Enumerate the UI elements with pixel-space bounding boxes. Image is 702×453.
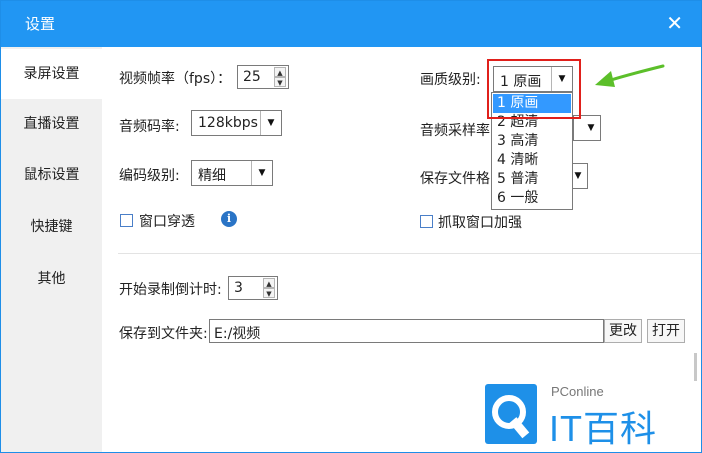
quality-option[interactable]: 5 普清 [493,170,571,189]
close-icon[interactable]: ✕ [666,11,683,35]
chevron-down-icon[interactable]: ▼ [251,161,272,185]
info-icon[interactable]: i [221,211,237,227]
change-folder-button[interactable]: 更改 [604,319,642,343]
sidebar-item-label: 其他 [37,271,66,287]
main-panel: 视频帧率（fps）： 25 ▲ ▼ 画质级别: 1 原画 ▼ 音频码率: 128… [102,47,701,452]
savepath-label: 保存到文件夹: [119,326,208,342]
quality-option[interactable]: 4 清晰 [493,151,571,170]
stepper-up-icon[interactable]: ▲ [263,278,275,288]
chevron-down-icon[interactable]: ▼ [582,116,600,140]
countdown-value: 3 [234,280,243,296]
fps-label: 视频帧率（fps）： [119,71,232,87]
encode-value: 精细 [198,168,226,184]
samplerate-label: 音频采样率 [420,123,490,139]
countdown-stepper[interactable]: 3 ▲ ▼ [228,276,278,300]
sidebar-item-live-settings[interactable]: 直播设置 [1,99,102,149]
sidebar-item-record-settings[interactable]: 录屏设置 [1,49,102,99]
open-folder-button[interactable]: 打开 [647,319,685,343]
sidebar-item-other[interactable]: 其他 [1,254,102,304]
sidebar-item-label: 录屏设置 [23,66,80,82]
fps-value: 25 [243,69,261,85]
settings-window: 设置 ✕ 录屏设置 直播设置 鼠标设置 快捷键 其他 视频帧率（fps）： 25… [0,0,702,453]
savepath-value: E:/视频 [214,326,261,342]
divider [118,253,701,254]
savepath-input[interactable]: E:/视频 [209,319,604,343]
encode-label: 编码级别: [119,168,180,184]
annotation-highlight-box [487,59,581,119]
title-bar: 设置 ✕ [1,1,701,47]
stepper-down-icon[interactable]: ▼ [274,77,286,87]
capture-enhance-checkbox[interactable] [420,215,433,228]
chevron-down-icon[interactable]: ▼ [260,111,281,135]
bitrate-label: 音频码率: [119,119,180,135]
sidebar-item-label: 鼠标设置 [23,167,80,183]
capture-enhance-label: 抓取窗口加强 [438,215,522,231]
stepper-up-icon[interactable]: ▲ [274,67,286,77]
sidebar-item-hotkeys[interactable]: 快捷键 [1,202,102,252]
fps-stepper[interactable]: 25 ▲ ▼ [237,65,289,89]
bitrate-select[interactable]: 128kbps ▼ [191,110,282,136]
sidebar: 录屏设置 直播设置 鼠标设置 快捷键 其他 [1,47,102,452]
window-title: 设置 [25,15,56,33]
annotation-arrow-icon [595,64,665,87]
scrollbar[interactable] [694,353,697,381]
sidebar-item-mouse-settings[interactable]: 鼠标设置 [1,150,102,200]
saveformat-label: 保存文件格 [420,171,490,187]
window-through-checkbox[interactable] [120,214,133,227]
quality-label: 画质级别: [420,72,481,88]
window-through-label: 窗口穿透 [139,214,195,230]
quality-option[interactable]: 6 一般 [493,189,571,208]
bitrate-value: 128kbps [198,115,258,131]
countdown-label: 开始录制倒计时: [119,282,222,298]
watermark-logo: PConline IT百科 [485,384,656,449]
stepper-down-icon[interactable]: ▼ [263,288,275,298]
sidebar-item-label: 直播设置 [23,116,80,132]
quality-option[interactable]: 3 高清 [493,132,571,151]
sidebar-item-label: 快捷键 [30,219,73,235]
pconline-logo-icon [485,384,537,444]
watermark-top-text: PConline [551,384,604,399]
watermark-brand-text: IT百科 [549,408,657,449]
encode-select[interactable]: 精细 ▼ [191,160,273,186]
